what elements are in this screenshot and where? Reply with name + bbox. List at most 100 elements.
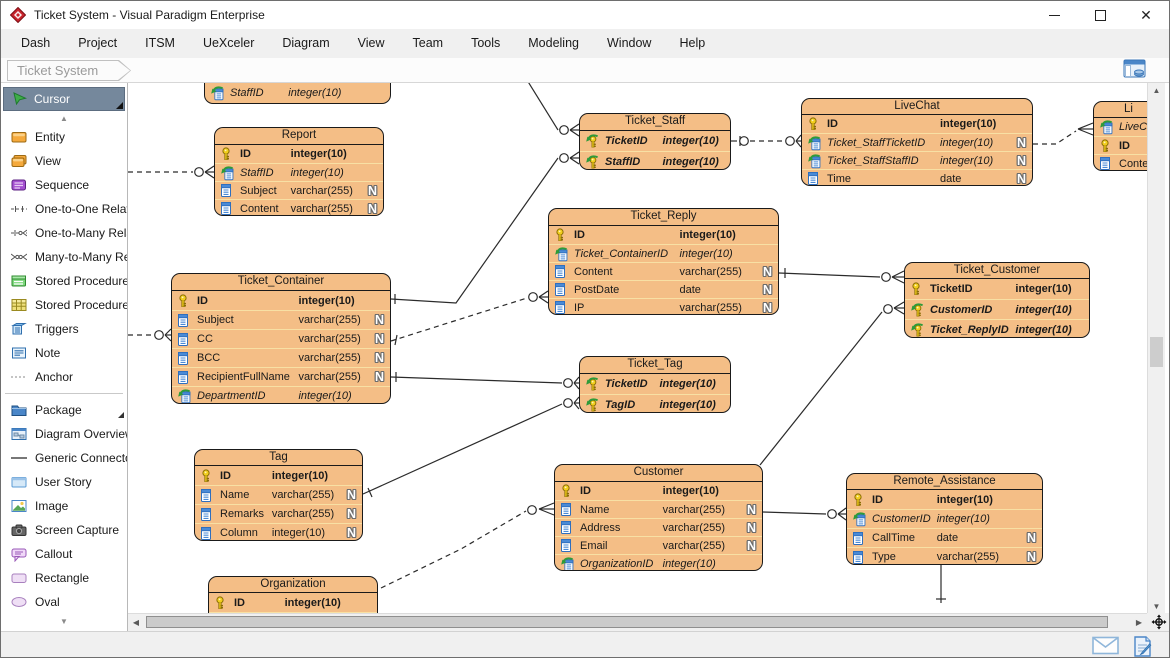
tool-screen-capture[interactable]: Screen Capture [1, 518, 127, 542]
menu-item-uexceler[interactable]: UeXceler [189, 29, 268, 58]
entity-livechat[interactable]: LiveChatIDinteger(10)Ticket_StaffTicketI… [801, 98, 1033, 186]
relationship-connector[interactable] [779, 268, 904, 283]
menu-item-diagram[interactable]: Diagram [268, 29, 343, 58]
menu-item-window[interactable]: Window [593, 29, 665, 58]
entity-livechat_partial[interactable]: LiLiveChIDConten [1093, 101, 1147, 171]
tool-view[interactable]: View [1, 149, 127, 173]
pan-tool-button[interactable] [1147, 613, 1170, 631]
menu-item-dash[interactable]: Dash [7, 29, 64, 58]
relationship-connector[interactable] [527, 83, 579, 136]
column-row[interactable]: Ticket_StaffStaffIDinteger(10)N [802, 151, 1032, 169]
tool-stored-procedure-resultset[interactable]: Stored Procedure Resultset [1, 293, 127, 317]
column-row[interactable]: Ticket_StaffTicketIDinteger(10)N [802, 133, 1032, 151]
relationship-connector[interactable] [128, 166, 214, 178]
palette-scroll-up[interactable]: ▲ [1, 111, 127, 125]
column-row[interactable]: StaffIDinteger(10) [205, 83, 390, 102]
column-row[interactable]: Addressvarchar(255)N [555, 518, 762, 536]
column-row[interactable]: IDinteger(10) [847, 490, 1042, 509]
entity-remote_assistance[interactable]: Remote_AssistanceIDinteger(10)CustomerID… [846, 473, 1043, 565]
column-row[interactable]: Columninteger(10)N [195, 523, 362, 541]
column-row[interactable]: IPvarchar(255)N [549, 298, 778, 315]
menu-item-view[interactable]: View [344, 29, 399, 58]
column-row[interactable]: StaffIDinteger(10) [215, 163, 383, 181]
tool-entity[interactable]: Entity [1, 125, 127, 149]
relationship-connector[interactable] [1033, 123, 1093, 144]
menu-item-team[interactable]: Team [399, 29, 458, 58]
column-row[interactable]: CustomerIDinteger(10) [905, 299, 1089, 319]
menu-item-project[interactable]: Project [64, 29, 131, 58]
column-row[interactable]: TicketIDinteger(10) [905, 279, 1089, 299]
diagram-navigator-icon[interactable] [1123, 59, 1147, 80]
column-row[interactable]: StaffIDinteger(10) [580, 151, 730, 170]
column-row[interactable]: DepartmentIDinteger(10) [172, 386, 390, 404]
column-row[interactable]: IDinteger(10) [215, 145, 383, 163]
tool-stored-procedures[interactable]: Stored Procedures [1, 269, 127, 293]
column-row[interactable]: IDinteger(10) [172, 291, 390, 310]
menu-item-tools[interactable]: Tools [457, 29, 514, 58]
column-row[interactable]: PostDatedateN [549, 280, 778, 298]
scroll-up-arrow[interactable]: ▲ [1148, 83, 1165, 97]
column-row[interactable]: IDinteger(10) [209, 593, 377, 612]
column-row[interactable]: TicketIDinteger(10) [580, 374, 730, 394]
entity-ticket_reply[interactable]: Ticket_ReplyIDinteger(10)Ticket_Containe… [548, 208, 779, 315]
tool-cursor[interactable]: Cursor [3, 87, 125, 111]
relationship-connector[interactable] [740, 135, 801, 147]
tool-diagram-overview[interactable]: Diagram Overview [1, 422, 127, 446]
tool-one-to-one-relationship[interactable]: One-to-One Relationship [1, 197, 127, 221]
column-row[interactable]: CallTimedateN [847, 528, 1042, 547]
horizontal-scroll-thumb[interactable] [146, 616, 1108, 628]
relationship-connector[interactable] [731, 136, 740, 146]
relationship-connector[interactable] [391, 372, 579, 389]
diagram-canvas[interactable]: StaffIDinteger(10)ReportIDinteger(10)Sta… [128, 83, 1147, 613]
column-row[interactable]: Namevarchar(255)N [195, 485, 362, 504]
column-row[interactable]: TicketIDinteger(10) [580, 131, 730, 151]
tool-sequence[interactable]: Sequence [1, 173, 127, 197]
menu-item-modeling[interactable]: Modeling [514, 29, 593, 58]
tool-one-to-many-relationship[interactable]: One-to-Many Relationship [1, 221, 127, 245]
tool-callout[interactable]: Callout [1, 542, 127, 566]
vertical-scrollbar[interactable]: ▲ ▼ [1147, 83, 1165, 613]
column-row[interactable]: Contentvarchar(255)N [215, 199, 383, 216]
entity-organization[interactable]: OrganizationIDinteger(10) [208, 576, 378, 613]
tool-triggers[interactable]: Triggers [1, 317, 127, 341]
column-row[interactable]: IDinteger(10) [195, 466, 362, 485]
column-row[interactable]: OrganizationIDinteger(10) [555, 554, 762, 571]
column-row[interactable]: CCvarchar(255)N [172, 329, 390, 348]
column-row[interactable]: Ticket_ReplyIDinteger(10) [905, 319, 1089, 338]
relationship-connector[interactable] [128, 329, 171, 341]
relationship-connector[interactable] [936, 565, 946, 603]
mail-icon[interactable] [1092, 636, 1119, 658]
scroll-down-arrow[interactable]: ▼ [1148, 599, 1165, 613]
scroll-left-arrow[interactable]: ◀ [128, 614, 144, 631]
column-row[interactable]: TimedateN [802, 169, 1032, 186]
relationship-connector[interactable] [363, 397, 579, 497]
column-row[interactable]: TagIDinteger(10) [580, 394, 730, 413]
close-button[interactable]: ✕ [1123, 1, 1169, 29]
column-row[interactable]: ID [1094, 136, 1147, 154]
column-row[interactable]: IDinteger(10) [555, 482, 762, 500]
log-icon[interactable] [1133, 636, 1153, 658]
tool-rectangle[interactable]: Rectangle [1, 566, 127, 590]
column-row[interactable]: Subjectvarchar(255)N [172, 310, 390, 329]
column-row[interactable]: CustomerIDinteger(10) [847, 509, 1042, 528]
tool-note[interactable]: Note [1, 341, 127, 365]
vertical-scroll-thumb[interactable] [1150, 337, 1163, 367]
maximize-button[interactable] [1077, 1, 1123, 29]
entity-ticket_tag[interactable]: Ticket_TagTicketIDinteger(10)TagIDintege… [579, 356, 731, 413]
entity-tag[interactable]: TagIDinteger(10)Namevarchar(255)NRemarks… [194, 449, 363, 541]
tool-anchor[interactable]: Anchor [1, 365, 127, 389]
column-row[interactable]: Namevarchar(255)N [555, 500, 762, 518]
entity-customer[interactable]: CustomerIDinteger(10)Namevarchar(255)NAd… [554, 464, 763, 571]
column-row[interactable]: Ticket_ContainerIDinteger(10) [549, 244, 778, 262]
relationship-connector[interactable] [381, 503, 554, 588]
column-row[interactable]: Contentvarchar(255)N [549, 262, 778, 280]
tool-package[interactable]: Package [1, 398, 127, 422]
entity-ticket_staff[interactable]: Ticket_StaffTicketIDinteger(10)StaffIDin… [579, 113, 731, 170]
entity-report[interactable]: ReportIDinteger(10)StaffIDinteger(10)Sub… [214, 127, 384, 216]
entity-staff_partial[interactable]: StaffIDinteger(10) [204, 83, 391, 104]
column-row[interactable] [209, 612, 377, 613]
column-row[interactable]: RecipientFullNamevarchar(255)N [172, 367, 390, 386]
scroll-right-arrow[interactable]: ▶ [1131, 614, 1147, 631]
tool-many-to-many-relationship[interactable]: Many-to-Many Relationship [1, 245, 127, 269]
column-row[interactable]: Typevarchar(255)N [847, 547, 1042, 565]
